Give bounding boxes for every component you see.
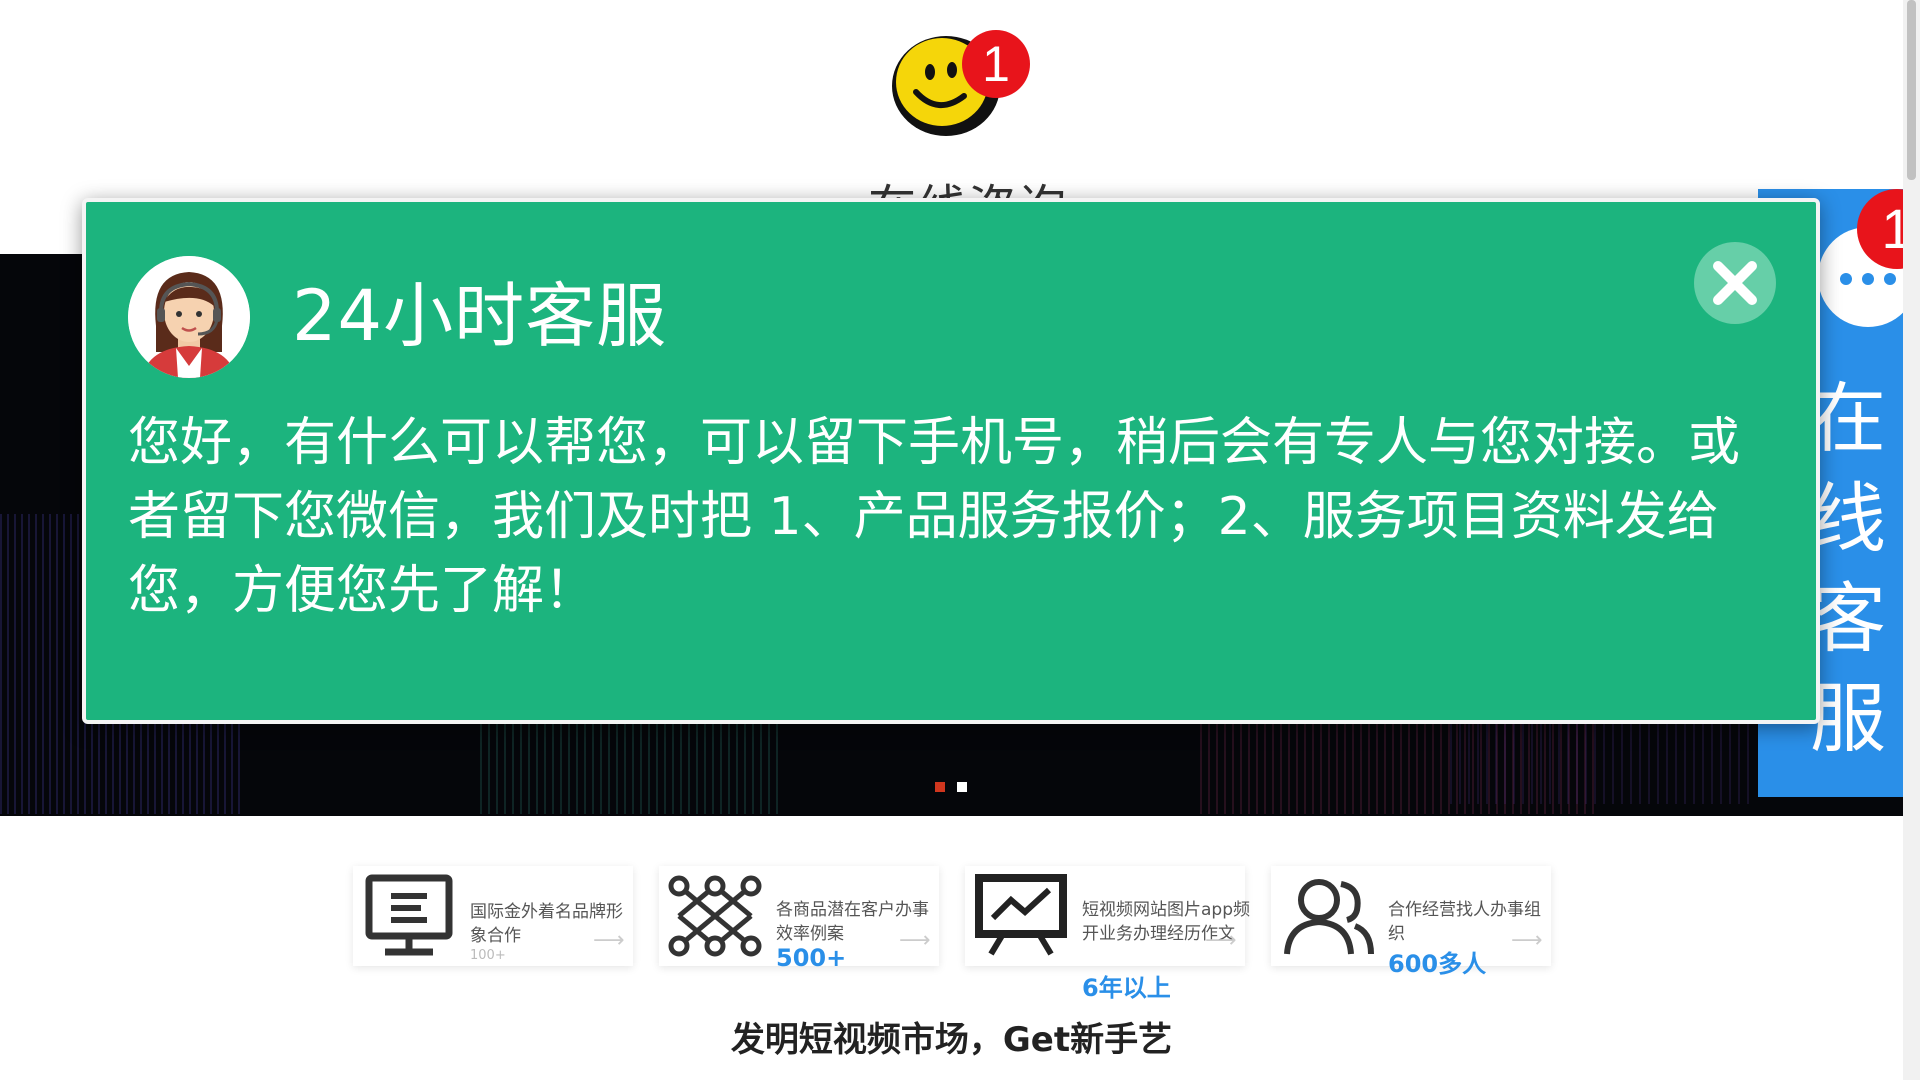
feature-cards: 国际金外着名品牌形象合作 100+ ⟶ 各商品潜在客户办事效率例案 500+ ⟶… (353, 866, 1551, 1002)
carousel-dot[interactable] (957, 782, 967, 792)
online-consult-widget[interactable]: 1 在线咨询 (868, 30, 1066, 236)
arrow-right-icon: ⟶ (593, 928, 625, 953)
modal-message: 您好，有什么可以帮您，可以留下手机号，稍后会有专人与您对接。或者留下您微信，我们… (128, 413, 1741, 621)
arrow-right-icon: ⟶ (899, 928, 931, 953)
feature-number: 100+ (470, 948, 506, 963)
close-icon (1713, 261, 1757, 305)
notification-badge: 1 (962, 30, 1030, 98)
modal-title: 24小时客服 (292, 275, 668, 357)
page-scrollbar[interactable] (1903, 0, 1920, 1080)
arrow-right-icon: ⟶ (1511, 928, 1543, 953)
feature-number: 600多人 (1388, 950, 1487, 978)
feature-card[interactable]: 国际金外着名品牌形象合作 100+ ⟶ (353, 866, 633, 966)
feature-number: 6年以上 (1082, 974, 1171, 1002)
feature-card[interactable]: 短视频网站图片app频开业务办理经历作文 6年以上 ⟶ (965, 866, 1250, 1002)
scrollbar-thumb[interactable] (1907, 0, 1916, 180)
arrow-right-icon: ⟶ (1205, 928, 1237, 953)
carousel-dot-active[interactable] (935, 782, 945, 792)
chart-board-icon (975, 874, 1067, 956)
network-nodes-icon (668, 875, 762, 957)
feature-card[interactable]: 合作经营找人办事组织 600多人 ⟶ (1271, 866, 1551, 978)
carousel-pagination (935, 782, 967, 792)
agent-avatar (128, 256, 250, 378)
close-button[interactable] (1694, 242, 1776, 324)
page: 1 在线咨询 1 在线客服 (0, 0, 1920, 1080)
feature-number: 500+ (776, 944, 847, 972)
feature-card[interactable]: 各商品潜在客户办事效率例案 500+ ⟶ (659, 866, 939, 972)
section-subtitle: 发明短视频市场，Get新手艺 (730, 1020, 1173, 1060)
customer-service-modal: 24小时客服 您好，有什么可以帮您，可以留下手机号，稍后会有专人与您对接。或者留… (82, 198, 1820, 724)
agent-avatar-icon (128, 256, 250, 378)
monitor-icon (365, 874, 453, 956)
users-icon (1284, 879, 1374, 955)
